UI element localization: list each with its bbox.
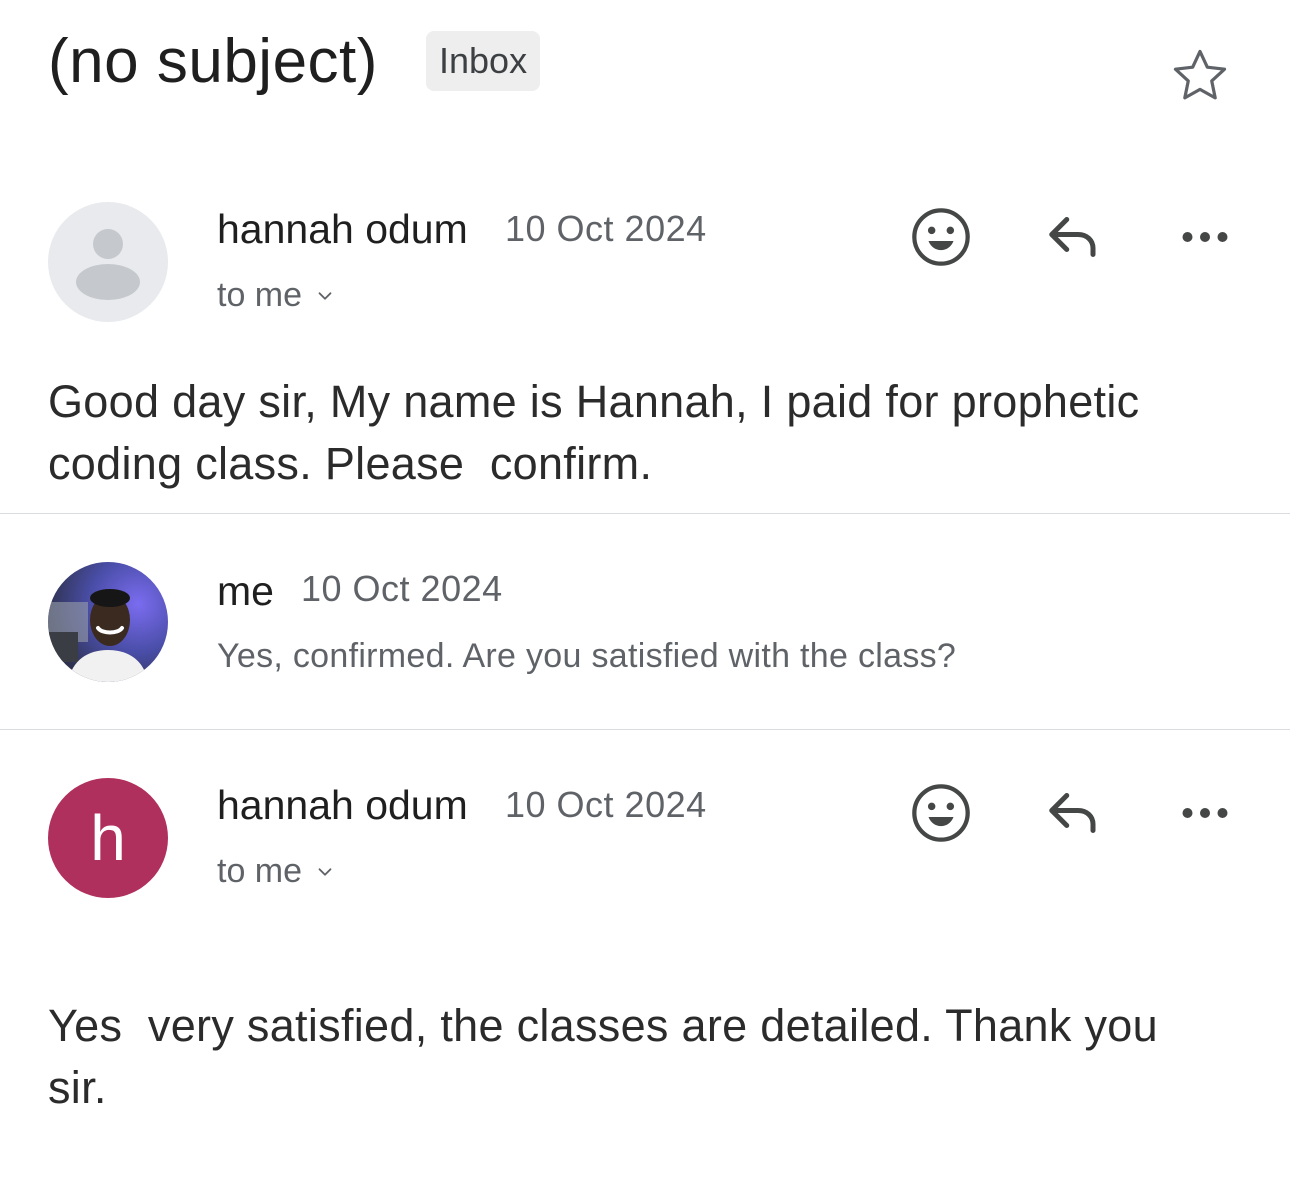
recipients-toggle[interactable]: to me bbox=[217, 276, 336, 315]
email-thread-view: (no subject) Inbox hannah odum 10 Oct 20… bbox=[0, 0, 1290, 1178]
message-date: 10 Oct 2024 bbox=[505, 784, 707, 825]
message-date: 10 Oct 2024 bbox=[505, 208, 707, 249]
sender-name: me bbox=[217, 568, 274, 614]
more-horizontal-icon[interactable] bbox=[1170, 202, 1240, 272]
message-divider bbox=[0, 729, 1290, 730]
message-3[interactable]: h hannah odum 10 Oct 2024 to me Yes very… bbox=[0, 776, 1290, 1136]
recipient-label: to me bbox=[217, 852, 303, 890]
recipient-label: to me bbox=[217, 276, 303, 314]
subject-title: (no subject) bbox=[48, 27, 378, 96]
me-avatar[interactable] bbox=[48, 562, 168, 682]
message-1[interactable]: hannah odum 10 Oct 2024 to me Good day s… bbox=[0, 200, 1290, 512]
recipients-toggle[interactable]: to me bbox=[217, 852, 336, 891]
message-divider bbox=[0, 513, 1290, 514]
smiley-icon[interactable] bbox=[906, 778, 976, 848]
message-date: 10 Oct 2024 bbox=[301, 568, 503, 609]
subject-header: (no subject) Inbox bbox=[48, 22, 1250, 112]
sender-name: hannah odum bbox=[217, 206, 468, 252]
default-person-icon bbox=[76, 229, 140, 300]
message-body: Good day sir, My name is Hannah, I paid … bbox=[48, 376, 1153, 489]
sender-name: hannah odum bbox=[217, 782, 468, 828]
reply-icon[interactable] bbox=[1038, 778, 1108, 848]
inbox-label-chip[interactable]: Inbox bbox=[426, 31, 541, 91]
profile-photo bbox=[48, 562, 168, 682]
sender-avatar[interactable]: h bbox=[48, 778, 168, 898]
chevron-down-icon bbox=[318, 291, 332, 300]
message-body: Yes very satisfied, the classes are deta… bbox=[48, 1000, 1171, 1113]
more-horizontal-icon[interactable] bbox=[1170, 778, 1240, 848]
message-snippet: Yes, confirmed. Are you satisfied with t… bbox=[217, 637, 957, 675]
message-2-collapsed[interactable]: me 10 Oct 2024 Yes, confirmed. Are you s… bbox=[0, 562, 1290, 728]
smiley-icon[interactable] bbox=[906, 202, 976, 272]
star-icon[interactable] bbox=[1168, 44, 1232, 108]
sender-avatar[interactable] bbox=[48, 202, 168, 322]
chevron-down-icon bbox=[318, 867, 332, 876]
reply-icon[interactable] bbox=[1038, 202, 1108, 272]
